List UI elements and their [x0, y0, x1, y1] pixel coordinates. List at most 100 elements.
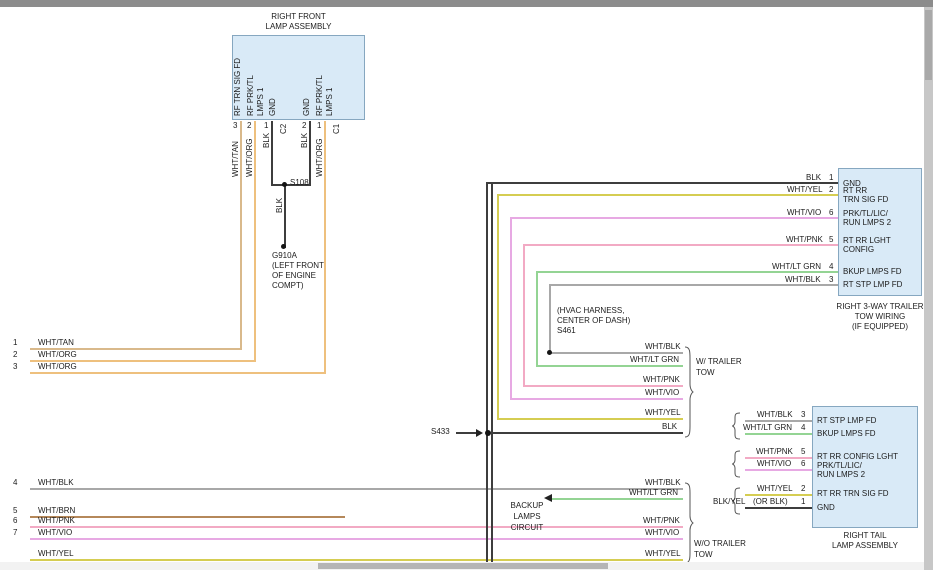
wire-color-label: WHT/ORG: [315, 138, 324, 177]
wire-blk-bus-1: [486, 182, 488, 562]
mid-wire-label: WHT/PNK: [643, 375, 680, 384]
low-wire-label: WHT/BLK: [645, 478, 681, 487]
brace-with-trailer-tow: [684, 346, 694, 438]
wire-color-label: BLK: [262, 133, 271, 148]
front-lamp-pin-number: 1: [264, 121, 268, 130]
tow-wire-label: WHT/YEL: [787, 185, 823, 194]
tow-pin-number: 6: [829, 208, 833, 217]
wire-wht-tan-vertical: [240, 121, 242, 350]
front-lamp-title-1: RIGHT FRONT: [232, 12, 365, 21]
splice-s461-dot: [547, 350, 552, 355]
front-lamp-pin-label: GND: [302, 98, 311, 116]
tow-wire-label: WHT/PNK: [786, 235, 823, 244]
rail-wire-label: WHT/TAN: [38, 338, 74, 347]
tow-pin-number: 3: [829, 275, 833, 284]
tow-pin-name: BKUP LMPS FD: [843, 267, 902, 276]
branch-caption-without-tow: W/O TRAILER: [694, 539, 746, 548]
tow-pin-number: 5: [829, 235, 833, 244]
vertical-scrollbar-thumb[interactable]: [925, 10, 932, 80]
wire-wht-lt-grn-vert: [536, 271, 538, 367]
tow-pin-name: RUN LMPS 2: [843, 218, 891, 227]
wire-color-label: WHT/TAN: [231, 141, 240, 177]
rail-wire-label: WHT/BRN: [38, 506, 75, 515]
branch-caption-with-tow: TOW: [696, 368, 715, 377]
wire-wht-yel-mid: [497, 418, 683, 420]
low-wire-label: WHT/PNK: [643, 516, 680, 525]
tow-pin-name: PRK/TL/LIC/: [843, 209, 888, 218]
front-lamp-pin-number: 1: [317, 121, 321, 130]
wire-wht-pnk-mid: [523, 385, 683, 387]
tow-wire-label: WHT/BLK: [785, 275, 821, 284]
front-lamp-pin-number: 3: [233, 121, 237, 130]
front-lamp-title-2: LAMP ASSEMBLY: [232, 22, 365, 31]
rail-number: 2: [13, 350, 17, 359]
wire-blk-bus-2: [491, 182, 493, 562]
brace-without-trailer-tow: [684, 482, 694, 564]
tail-pin-name: RT STP LMP FD: [817, 416, 876, 425]
tow-pin-name: RT RR LGHT: [843, 236, 891, 245]
low-wire-label: WHT/YEL: [645, 549, 681, 558]
branch-caption-with-tow: W/ TRAILER: [696, 357, 742, 366]
wire-blk-to-tow-connector: [486, 182, 838, 184]
front-lamp-pin-label: RF TRN SIG FD: [233, 58, 242, 116]
ground-g910a-id: G910A: [272, 251, 297, 260]
wire-color-label: WHT/ORG: [245, 138, 254, 177]
tail-pin-number: 3: [801, 410, 805, 419]
wire-color-label: BLK: [275, 198, 284, 213]
rail-number: 1: [13, 338, 17, 347]
branch-caption-without-tow: TOW: [694, 550, 713, 559]
horizontal-scrollbar-thumb[interactable]: [318, 563, 608, 569]
mid-wire-label: WHT/BLK: [645, 342, 681, 351]
tail-pin-number: 4: [801, 423, 805, 432]
tail-stub-wht-blk: [745, 420, 812, 422]
rail-wire-label: WHT/ORG: [38, 362, 77, 371]
ground-g910a-dot: [281, 244, 286, 249]
rail-number: 6: [13, 516, 17, 525]
tow-box-caption: RIGHT 3-WAY TRAILER: [824, 302, 933, 311]
wire-wht-lt-grn-backup: [552, 498, 683, 500]
front-lamp-pin-label: RF PRK/TL: [246, 75, 255, 116]
front-lamp-pin-label: LMPS 1: [325, 88, 334, 116]
front-lamp-pin-label: GND: [268, 98, 277, 116]
front-lamp-connector-label: C1: [332, 124, 341, 134]
front-lamp-pin-label: RF PRK/TL: [315, 75, 324, 116]
wire-wht-org-vertical-1: [254, 121, 256, 362]
tail-pin-name: RT RR CONFIG LGHT: [817, 452, 898, 461]
wire-blk-to-ground: [284, 184, 286, 248]
rail-wire-label: WHT/PNK: [38, 516, 75, 525]
scrollbar-corner: [924, 562, 933, 570]
wire-wht-pnk-top: [523, 244, 838, 246]
wire-wht-org-rail-2: [30, 372, 326, 374]
low-wire-label: WHT/VIO: [645, 528, 679, 537]
ground-g910a-line: (LEFT FRONT: [272, 261, 324, 270]
tail-pin-number: 5: [801, 447, 805, 456]
tail-box-caption: RIGHT TAIL: [815, 531, 915, 540]
wire-wht-vio-top: [510, 217, 838, 219]
tail-pin-name: PRK/TL/LIC/: [817, 461, 862, 470]
brace-pin-pair-3-4: [732, 412, 741, 440]
wire-wht-blk-top: [549, 284, 838, 286]
wire-wht-blk-rail: [30, 488, 683, 490]
tow-pin-name: CONFIG: [843, 245, 874, 254]
wiring-diagram-viewport: RIGHT FRONT LAMP ASSEMBLY RF TRN SIG FD …: [0, 0, 933, 570]
wire-wht-pnk-vert: [523, 244, 525, 387]
front-lamp-pin-label: LMPS 1: [256, 88, 265, 116]
tail-stub-blk-yel: [745, 507, 812, 509]
backup-note-line: BACKUP: [498, 501, 556, 510]
ground-g910a-line: COMPT): [272, 281, 304, 290]
tow-box-caption: (IF EQUIPPED): [824, 322, 933, 331]
wire-wht-blk-vert: [549, 284, 551, 354]
mid-wire-label: BLK: [662, 422, 677, 431]
ground-g910a-line: OF ENGINE: [272, 271, 316, 280]
tow-wire-label: BLK: [806, 173, 821, 182]
tail-stub-wht-vio: [745, 469, 812, 471]
brace-pin-pair-5-6: [732, 450, 741, 478]
wire-wht-vio-vert: [510, 217, 512, 400]
splice-s433-dot: [485, 430, 491, 436]
tail-wire-label: WHT/YEL: [757, 484, 793, 493]
vertical-scrollbar[interactable]: [924, 7, 933, 562]
splice-s108-dot: [282, 182, 287, 187]
wire-wht-brn-rail: [30, 516, 345, 518]
low-wire-label: WHT/LT GRN: [629, 488, 678, 497]
wire-blk-vertical-2: [309, 121, 311, 186]
